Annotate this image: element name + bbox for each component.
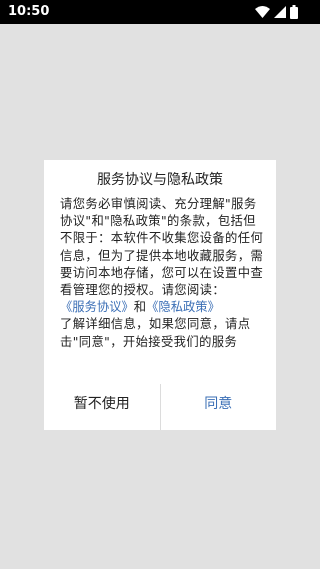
dialog-outro-text: 了解详细信息，如果您同意，请点击"同意"，开始接受我们的服务 <box>60 317 251 349</box>
privacy-policy-link[interactable]: 《隐私政策》 <box>146 300 220 314</box>
privacy-dialog: 服务协议与隐私政策 请您务必审慎阅读、充分理解"服务协议"和"隐私政策"的条款，… <box>44 160 276 430</box>
policy-links: 《服务协议》和《隐私政策》 <box>60 299 264 316</box>
dialog-intro-text: 请您务必审慎阅读、充分理解"服务协议"和"隐私政策"的条款，包括但不限于：本软件… <box>60 197 264 298</box>
agree-button[interactable]: 同意 <box>161 384 277 430</box>
status-bar: 10:50 <box>0 0 320 24</box>
wifi-icon <box>255 6 270 18</box>
dialog-body: 请您务必审慎阅读、充分理解"服务协议"和"隐私政策"的条款，包括但不限于：本软件… <box>60 196 264 351</box>
status-icons <box>255 4 298 20</box>
cancel-button[interactable]: 暂不使用 <box>44 384 160 430</box>
battery-icon <box>290 5 298 19</box>
service-agreement-link[interactable]: 《服务协议》 <box>60 300 134 314</box>
links-conjunction: 和 <box>133 300 147 315</box>
dialog-title: 服务协议与隐私政策 <box>97 172 223 188</box>
signal-icon <box>274 6 286 18</box>
status-time: 10:50 <box>8 4 50 19</box>
dialog-footer: 暂不使用 同意 <box>44 384 276 430</box>
